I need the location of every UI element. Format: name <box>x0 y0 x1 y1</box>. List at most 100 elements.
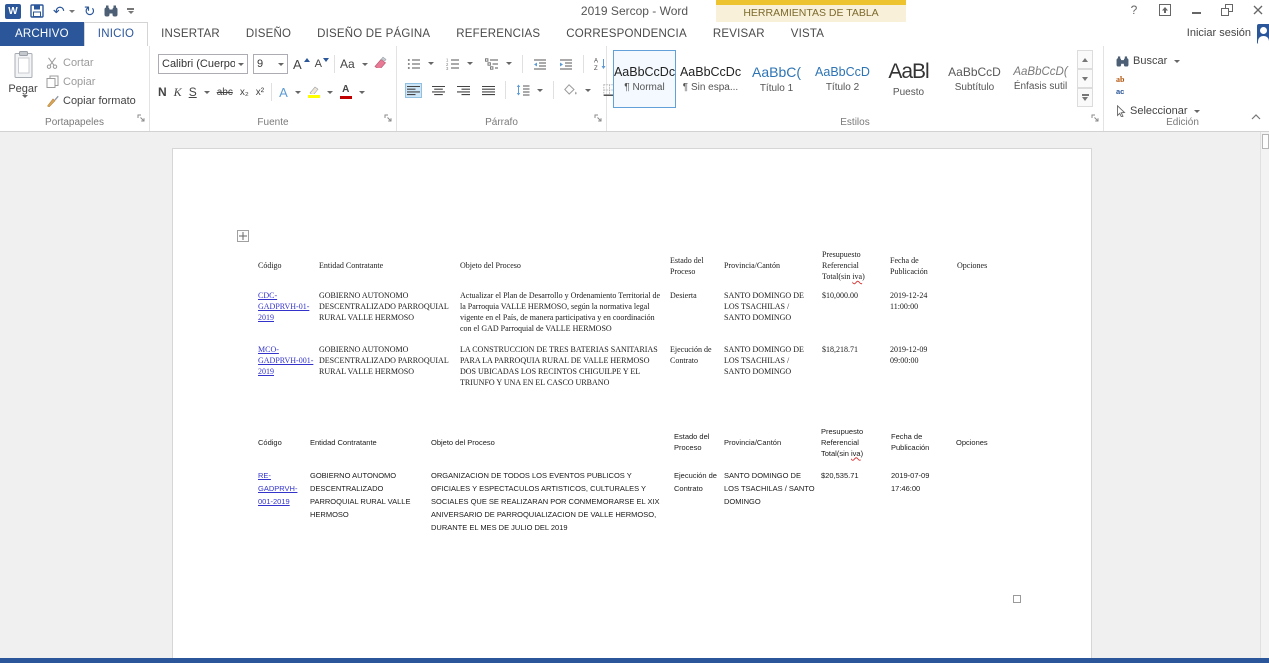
strikethrough-button[interactable]: abc <box>217 87 233 98</box>
subscript-button[interactable]: x₂ <box>240 87 249 98</box>
font-color-button[interactable]: A <box>340 85 365 100</box>
group-label-estilos: Estilos <box>607 117 1103 128</box>
window-controls: ? <box>1127 3 1265 17</box>
format-painter-button[interactable]: Copiar formato <box>46 94 136 107</box>
group-fuente: Calibri (Cuerpo 9 A A Aa N K S abc x₂ x <box>150 46 397 131</box>
account-avatar-icon[interactable] <box>1257 24 1269 44</box>
close-button[interactable] <box>1251 3 1265 17</box>
grow-font-button[interactable]: A <box>293 57 302 72</box>
group-label-edicion: Edición <box>1104 117 1261 128</box>
style-subtitulo[interactable]: AaBbCcD Subtítulo <box>943 50 1006 108</box>
underline-button[interactable]: S <box>189 85 210 99</box>
tab-vista[interactable]: VISTA <box>778 22 837 46</box>
tab-archivo[interactable]: ARCHIVO <box>0 22 84 46</box>
cell-fecha: 2019-07-09 17:46:00 <box>891 465 956 540</box>
table-header-row: Código Entidad Contratante Objeto del Pr… <box>258 421 999 465</box>
chevron-down-icon <box>1082 77 1088 81</box>
align-left-button[interactable] <box>405 83 422 98</box>
header-presupuesto: Presupuesto Referencial Total(sin iva) <box>822 247 890 286</box>
table-row: MCO-GADPRVH-001-2019 GOBIERNO AUTONOMO D… <box>258 340 999 394</box>
more-styles-icon <box>1082 97 1088 101</box>
bold-button[interactable]: N <box>158 85 167 99</box>
styles-scroll-down-button[interactable] <box>1077 69 1093 88</box>
help-button[interactable]: ? <box>1127 3 1141 17</box>
line-spacing-button[interactable] <box>514 82 545 98</box>
align-right-button[interactable] <box>455 83 472 98</box>
minimize-button[interactable] <box>1189 3 1203 17</box>
styles-gallery-more-button[interactable] <box>1077 88 1093 107</box>
table-move-handle[interactable] <box>237 230 249 242</box>
process-link[interactable]: MCO-GADPRVH-001-2019 <box>258 345 313 376</box>
tab-revisar[interactable]: REVISAR <box>700 22 778 46</box>
portapapeles-dialog-launcher-icon[interactable] <box>137 109 145 127</box>
format-painter-brush-icon <box>46 94 59 107</box>
style-titulo-1[interactable]: AaBbC( Título 1 <box>745 50 808 108</box>
fuente-dialog-launcher-icon[interactable] <box>384 109 392 127</box>
group-label-parrafo: Párrafo <box>397 117 606 128</box>
scrollbar-thumb[interactable] <box>1262 134 1269 149</box>
align-center-button[interactable] <box>430 83 447 98</box>
styles-gallery-scroll <box>1077 50 1093 107</box>
find-button[interactable]: Buscar <box>1116 55 1269 67</box>
select-button[interactable]: Seleccionar <box>1116 105 1269 117</box>
paint-bucket-icon <box>564 84 578 96</box>
estilos-dialog-launcher-icon[interactable] <box>1091 109 1099 127</box>
styles-scroll-up-button[interactable] <box>1077 50 1093 69</box>
style-sin-espaciado[interactable]: AaBbCcDc ¶ Sin espa... <box>679 50 742 108</box>
table-row: RE-GADPRVH-001-2019 GOBIERNO AUTONOMO DE… <box>258 465 999 540</box>
justify-button[interactable] <box>480 83 497 98</box>
style-normal[interactable]: AaBbCcDc ¶ Normal <box>613 50 676 108</box>
multilevel-list-button[interactable] <box>483 56 514 72</box>
clear-formatting-button[interactable] <box>373 55 387 73</box>
header-entidad: Entidad Contratante <box>319 247 460 286</box>
parrafo-dialog-launcher-icon[interactable] <box>594 109 602 127</box>
cell-presupuesto: $20,535.71 <box>821 465 891 540</box>
style-enfasis-sutil[interactable]: AaBbCcD( Énfasis sutil <box>1009 50 1072 108</box>
tab-diseno-de-pagina[interactable]: DISEÑO DE PÁGINA <box>304 22 443 46</box>
increase-indent-icon <box>559 58 573 70</box>
cell-opciones <box>956 465 999 540</box>
replace-icon: ab ac <box>1116 74 1269 98</box>
vertical-scrollbar[interactable] <box>1260 132 1269 658</box>
font-color-swatch <box>340 96 352 100</box>
cell-presupuesto: $10,000.00 <box>822 286 890 340</box>
cursor-arrow-icon <box>1116 105 1126 117</box>
change-case-button[interactable]: Aa <box>340 57 368 71</box>
restore-button[interactable] <box>1220 3 1234 17</box>
decrease-indent-icon <box>533 58 547 70</box>
text-effects-button[interactable]: A <box>279 85 301 100</box>
sign-in-link[interactable]: Iniciar sesión <box>1187 27 1251 39</box>
shrink-font-button[interactable]: A <box>315 58 322 70</box>
increase-indent-button[interactable] <box>557 56 575 72</box>
cut-button[interactable]: Cortar <box>46 57 136 69</box>
paste-dropdown-icon[interactable] <box>22 95 28 98</box>
italic-button[interactable]: K <box>174 85 182 100</box>
font-size-combo[interactable]: 9 <box>253 54 288 74</box>
tab-referencias[interactable]: REFERENCIAS <box>443 22 553 46</box>
decrease-indent-button[interactable] <box>531 56 549 72</box>
replace-button[interactable]: ab ac Reemplazar <box>1116 74 1269 98</box>
window-title: 2019 Sercop - Word <box>0 4 1269 18</box>
tab-insertar[interactable]: INSERTAR <box>148 22 233 46</box>
paste-button[interactable]: Pegar <box>3 51 43 119</box>
collapse-ribbon-button[interactable] <box>1251 107 1261 125</box>
shading-button[interactable] <box>562 82 593 98</box>
tab-inicio[interactable]: INICIO <box>84 22 148 46</box>
cell-codigo: CDC-GADPRVH-01-2019 <box>258 286 319 340</box>
cell-entidad: GOBIERNO AUTONOMO DESCENTRALIZADO PARROQ… <box>319 286 460 340</box>
style-puesto[interactable]: AaBl Puesto <box>877 50 940 108</box>
highlight-color-button[interactable] <box>308 86 333 99</box>
copy-button[interactable]: Copiar <box>46 75 136 88</box>
bullets-button[interactable] <box>405 56 436 72</box>
tab-correspondencia[interactable]: CORRESPONDENCIA <box>553 22 700 46</box>
process-link[interactable]: RE-GADPRVH-001-2019 <box>258 471 297 506</box>
ribbon-display-options-button[interactable] <box>1158 3 1172 17</box>
style-titulo-2[interactable]: AaBbCcD Título 2 <box>811 50 874 108</box>
group-parrafo: 123 AZ ¶ <box>397 46 607 131</box>
numbering-button[interactable]: 123 <box>444 56 475 72</box>
tab-diseno[interactable]: DISEÑO <box>233 22 304 46</box>
superscript-button[interactable]: x² <box>256 87 264 98</box>
font-name-combo[interactable]: Calibri (Cuerpo <box>158 54 248 74</box>
process-link[interactable]: CDC-GADPRVH-01-2019 <box>258 291 309 322</box>
document-page[interactable]: Código Entidad Contratante Objeto del Pr… <box>172 148 1092 658</box>
